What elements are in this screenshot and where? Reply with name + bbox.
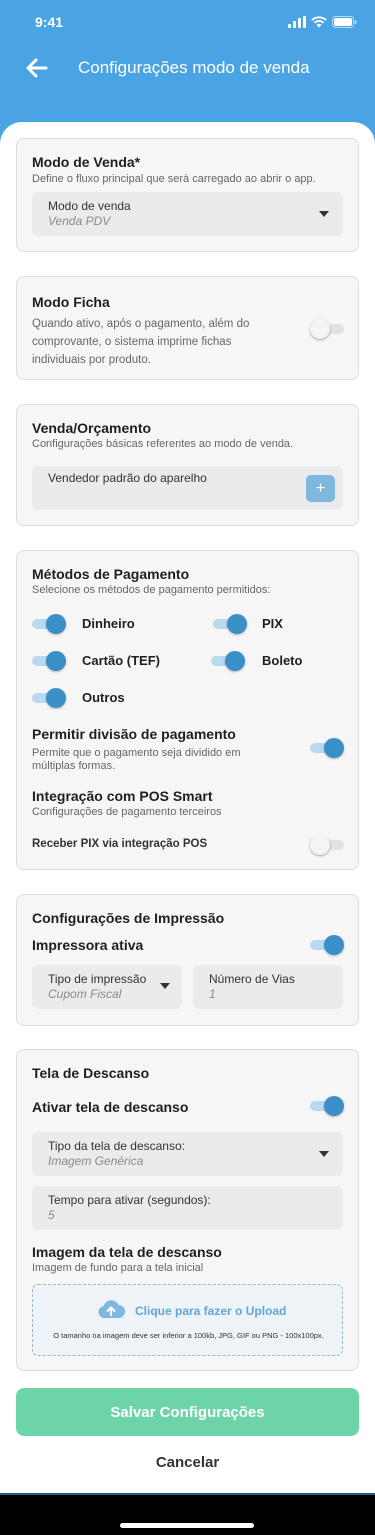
ticket-mode-title: Modo Ficha [32, 294, 110, 310]
screensaver-type-select[interactable]: Tipo da tela de descanso: Imagem Genéric… [32, 1132, 343, 1176]
method-label-boleto: Boleto [262, 653, 303, 668]
page-title: Configurações modo de venda [78, 58, 310, 77]
status-bar: 9:41 [0, 13, 375, 33]
ticket-mode-card: Modo Ficha Quando ativo, após o pagament… [16, 276, 359, 380]
screensaver-time-label: Tempo para ativar (segundos): [48, 1193, 211, 1207]
screensaver-title: Tela de Descanso [32, 1065, 150, 1081]
method-label-dinheiro: Dinheiro [82, 616, 135, 631]
printing-title: Configurações de Impressão [32, 910, 225, 926]
copies-label: Número de Vias [209, 972, 295, 986]
screensaver-time-value: 5 [48, 1208, 55, 1222]
image-upload-dropzone[interactable]: Clique para fazer o Upload O tamanho na … [32, 1284, 343, 1356]
screensaver-type-value: Imagem Genérica [48, 1154, 144, 1168]
add-seller-button[interactable]: + [306, 475, 335, 502]
print-type-value: Cupom Fiscal [48, 987, 122, 1001]
method-label-pix: PIX [262, 616, 283, 631]
signal-icon [288, 16, 306, 28]
default-seller-label: Vendedor padrão do aparelho [48, 471, 207, 485]
payment-methods-title: Métodos de Pagamento [32, 566, 190, 582]
sale-quote-card: Venda/Orçamento Configurações básicas re… [16, 404, 359, 526]
copies-input[interactable]: Número de Vias 1 [193, 965, 343, 1009]
status-icons [288, 16, 357, 28]
upload-label: Clique para fazer o Upload [135, 1304, 287, 1318]
caret-down-icon [319, 211, 329, 217]
pos-integration-subtitle: Configurações de pagamento terceiros [32, 806, 222, 818]
screensaver-card: Tela de Descanso Ativar tela de descanso… [16, 1049, 359, 1371]
wifi-icon [311, 16, 327, 28]
toggle-dinheiro[interactable] [32, 612, 66, 636]
default-seller-field[interactable]: Vendedor padrão do aparelho + [32, 466, 343, 510]
pos-pix-label: Receber PIX via integração POS [32, 838, 208, 850]
sale-quote-subtitle: Configurações básicas referentes ao modo… [32, 438, 294, 450]
sales-mode-field-value: Venda PDV [48, 214, 111, 228]
method-label-cartao: Cartão (TEF) [82, 653, 160, 668]
printing-card: Configurações de Impressão Impressora at… [16, 894, 359, 1026]
caret-down-icon [160, 983, 170, 989]
caret-down-icon [319, 1151, 329, 1157]
toggle-outros[interactable] [32, 686, 66, 710]
toggle-cartao-tef[interactable] [32, 649, 66, 673]
printer-active-toggle[interactable] [310, 933, 344, 957]
print-type-label: Tipo de impressão [48, 972, 147, 986]
screensaver-image-subtitle: Imagem de fundo para a tela inicial [32, 1262, 204, 1274]
save-button[interactable]: Salvar Configurações [16, 1388, 359, 1436]
split-payment-description: Permite que o pagamento seja dividido em… [32, 747, 241, 772]
sale-quote-title: Venda/Orçamento [32, 420, 152, 436]
back-button[interactable] [24, 56, 50, 80]
status-time: 9:41 [35, 14, 64, 30]
toggle-pix[interactable] [213, 612, 247, 636]
cloud-upload-icon [98, 1300, 125, 1318]
sales-mode-field-label: Modo de venda [48, 199, 131, 213]
toggle-boleto[interactable] [211, 649, 245, 673]
sales-mode-subtitle: Define o fluxo principal que será carreg… [32, 173, 316, 185]
home-indicator-bar [0, 1493, 375, 1535]
screensaver-time-input[interactable]: Tempo para ativar (segundos): 5 [32, 1186, 343, 1230]
sales-mode-card: Modo de Venda* Define o fluxo principal … [16, 138, 359, 252]
pos-pix-toggle[interactable] [310, 833, 344, 857]
settings-sheet: Modo de Venda* Define o fluxo principal … [0, 122, 375, 1493]
upload-hint: O tamanho na imagem deve ser inferior a … [53, 1331, 324, 1340]
screensaver-image-title: Imagem da tela de descanso [32, 1244, 222, 1260]
print-type-select[interactable]: Tipo de impressão Cupom Fiscal [32, 965, 182, 1009]
split-payment-title: Permitir divisão de pagamento [32, 726, 236, 742]
screensaver-enable-label: Ativar tela de descanso [32, 1099, 189, 1115]
copies-value: 1 [209, 987, 216, 1001]
method-label-outros: Outros [82, 690, 125, 705]
home-indicator [120, 1523, 254, 1528]
cancel-button[interactable]: Cancelar [0, 1454, 375, 1471]
sales-mode-title: Modo de Venda* [32, 154, 141, 170]
printer-active-label: Impressora ativa [32, 937, 144, 953]
payment-methods-subtitle: Selecione os métodos de pagamento permit… [32, 584, 271, 596]
screensaver-toggle[interactable] [310, 1094, 344, 1118]
ticket-mode-toggle[interactable] [310, 317, 344, 341]
split-payment-toggle[interactable] [310, 736, 344, 760]
screensaver-type-label: Tipo da tela de descanso: [48, 1139, 185, 1153]
ticket-mode-description: Quando ativo, após o pagamento, além do … [32, 318, 250, 366]
arrow-left-icon [26, 58, 48, 78]
battery-icon [332, 16, 357, 28]
sales-mode-select[interactable]: Modo de venda Venda PDV [32, 192, 343, 236]
pos-integration-title: Integração com POS Smart [32, 788, 213, 804]
payment-methods-card: Métodos de Pagamento Selecione os método… [16, 550, 359, 870]
